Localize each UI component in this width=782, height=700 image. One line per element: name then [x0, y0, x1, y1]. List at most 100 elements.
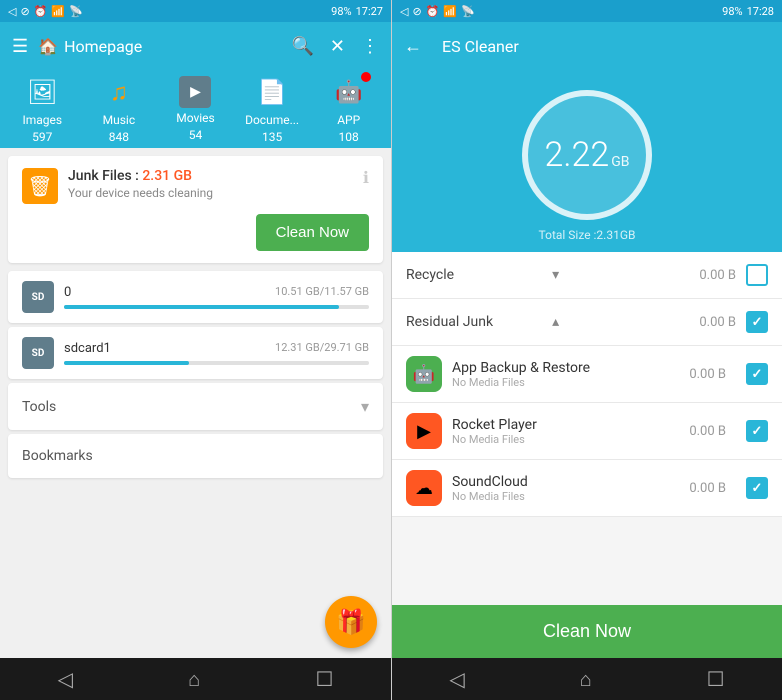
left-nav-bar: ☰ 🏠 Homepage 🔍 ✕ ⋮ — [0, 22, 391, 70]
documents-label: Docume... — [245, 113, 299, 127]
rocket-player-name: Rocket Player — [452, 417, 679, 433]
clean-now-button-left[interactable]: Clean Now — [256, 214, 369, 251]
storage-size-0: 10.51 GB/11.57 GB — [275, 285, 369, 300]
back-button[interactable]: ◁ — [58, 667, 73, 691]
app-backup-info: App Backup & Restore No Media Files — [452, 360, 679, 389]
right-back-button[interactable]: ◁ — [449, 667, 464, 691]
recycle-row[interactable]: Recycle ▾ 0.00 B — [392, 252, 782, 299]
residual-junk-size: 0.00 B — [699, 315, 736, 330]
category-app[interactable]: 🤖 APP 108 — [319, 74, 379, 144]
trash-icon: 🗑 — [22, 168, 58, 204]
left-alarm: ⏰ — [34, 5, 48, 18]
junk-info-icon[interactable]: ℹ — [363, 168, 369, 187]
app-backup-sub: No Media Files — [452, 376, 679, 389]
storage-name-0: 0 — [64, 285, 71, 300]
left-status-bar: ◁ ⊘ ⏰ 📶 📡 98% 17:27 — [0, 0, 391, 22]
sd-icon-sdcard1: SD — [22, 337, 54, 369]
recycle-chevron: ▾ — [552, 267, 559, 283]
right-no-sim: ⊘ — [412, 5, 421, 18]
right-nav-bar: ← ES Cleaner — [392, 22, 782, 70]
hamburger-icon[interactable]: ☰ — [12, 36, 28, 57]
residual-junk-label: Residual Junk — [406, 314, 546, 330]
category-images[interactable]: 🖼 Images 597 — [12, 74, 72, 144]
recents-button[interactable]: ☐ — [315, 667, 333, 691]
circle-area: 2.22 GB Total Size :2.31GB — [392, 70, 782, 252]
storage-bar-bg-0 — [64, 305, 369, 309]
storage-card-0[interactable]: SD 0 10.51 GB/11.57 GB — [8, 271, 383, 323]
fab-gift-button[interactable]: 🎁 — [325, 596, 377, 648]
bookmarks-item[interactable]: Bookmarks — [8, 434, 383, 478]
gift-icon: 🎁 — [336, 608, 366, 636]
movies-icon: ▶ — [179, 76, 211, 108]
rocket-player-checkbox[interactable] — [746, 420, 768, 442]
recycle-checkbox[interactable] — [746, 264, 768, 286]
junk-title: Junk Files : 2.31 GB — [68, 168, 353, 184]
right-list: Recycle ▾ 0.00 B Residual Junk ▴ 0.00 B … — [392, 252, 782, 605]
rocket-player-info: Rocket Player No Media Files — [452, 417, 679, 446]
rocket-player-sub: No Media Files — [452, 433, 679, 446]
music-label: Music — [103, 113, 135, 127]
app-backup-icon: 🤖 — [406, 356, 442, 392]
right-battery: 98% — [722, 5, 742, 18]
app-backup-name: App Backup & Restore — [452, 360, 679, 376]
right-status-left: ◁ ⊘ ⏰ 📶 📡 — [400, 5, 475, 18]
right-recents-button[interactable]: ☐ — [707, 667, 725, 691]
tools-label: Tools — [22, 399, 56, 415]
soundcloud-item[interactable]: ☁ SoundCloud No Media Files 0.00 B — [392, 460, 782, 517]
right-back-icon[interactable]: ← — [404, 36, 422, 57]
total-size-label: Total Size :2.31GB — [539, 228, 636, 242]
residual-junk-checkbox[interactable] — [746, 311, 768, 333]
documents-icon: 📄 — [254, 74, 290, 110]
category-music[interactable]: ♫ Music 848 — [89, 74, 149, 144]
soundcloud-sub: No Media Files — [452, 490, 679, 503]
home-button[interactable]: ⌂ — [188, 667, 200, 692]
storage-name-sdcard1: sdcard1 — [64, 341, 111, 356]
storage-card-sdcard1[interactable]: SD sdcard1 12.31 GB/29.71 GB — [8, 327, 383, 379]
category-documents[interactable]: 📄 Docume... 135 — [242, 74, 302, 144]
left-screen: ◁ ⊘ ⏰ 📶 📡 98% 17:27 ☰ 🏠 Homepage 🔍 ✕ ⋮ — [0, 0, 391, 700]
es-cleaner-title: ES Cleaner — [442, 37, 770, 56]
homepage-title: 🏠 Homepage — [38, 37, 281, 56]
documents-count: 135 — [262, 130, 282, 144]
right-back-arrow-status: ◁ — [400, 5, 408, 18]
tools-item[interactable]: Tools ▾ — [8, 383, 383, 430]
category-bar: 🖼 Images 597 ♫ Music 848 ▶ Movies 54 📄 D… — [0, 70, 391, 148]
junk-size: 2.31 GB — [142, 168, 192, 184]
right-status-right: 98% 17:28 — [722, 5, 774, 18]
rocket-player-item[interactable]: ▶ Rocket Player No Media Files 0.00 B — [392, 403, 782, 460]
right-home-button[interactable]: ⌂ — [580, 667, 592, 692]
category-movies[interactable]: ▶ Movies 54 — [165, 76, 225, 142]
left-content-area: 🗑 Junk Files : 2.31 GB Your device needs… — [0, 148, 391, 658]
app-label: APP — [337, 113, 360, 127]
nav-icons-group: 🔍 ✕ ⋮ — [291, 36, 379, 57]
movies-label: Movies — [176, 111, 215, 125]
clean-now-button-right[interactable]: Clean Now — [392, 605, 782, 658]
home-icon: 🏠 — [38, 37, 58, 56]
storage-bar-fill-sdcard1 — [64, 361, 189, 365]
search-icon[interactable]: 🔍 — [291, 36, 313, 57]
close-icon[interactable]: ✕ — [330, 36, 345, 57]
circle-size: 2.22 — [545, 138, 610, 172]
app-count: 108 — [339, 130, 359, 144]
app-backup-item[interactable]: 🤖 App Backup & Restore No Media Files 0.… — [392, 346, 782, 403]
storage-info-sdcard1: sdcard1 12.31 GB/29.71 GB — [64, 341, 369, 365]
storage-bar-fill-0 — [64, 305, 339, 309]
images-count: 597 — [32, 130, 52, 144]
images-label: Images — [22, 113, 62, 127]
right-alarm: ⏰ — [426, 5, 440, 18]
soundcloud-name: SoundCloud — [452, 474, 679, 490]
rocket-player-icon: ▶ — [406, 413, 442, 449]
right-wifi: 📶 — [443, 5, 457, 18]
left-battery: 98% — [331, 5, 351, 18]
storage-size-sdcard1: 12.31 GB/29.71 GB — [275, 341, 369, 356]
right-time: 17:28 — [747, 5, 774, 18]
residual-junk-row[interactable]: Residual Junk ▴ 0.00 B — [392, 299, 782, 346]
app-icon-category: 🤖 — [331, 74, 367, 110]
storage-circle: 2.22 GB — [522, 90, 652, 220]
residual-junk-chevron: ▴ — [552, 314, 559, 330]
more-icon[interactable]: ⋮ — [361, 36, 379, 57]
soundcloud-checkbox[interactable] — [746, 477, 768, 499]
music-count: 848 — [109, 130, 129, 144]
nav-title-text: Homepage — [64, 37, 142, 56]
app-backup-checkbox[interactable] — [746, 363, 768, 385]
